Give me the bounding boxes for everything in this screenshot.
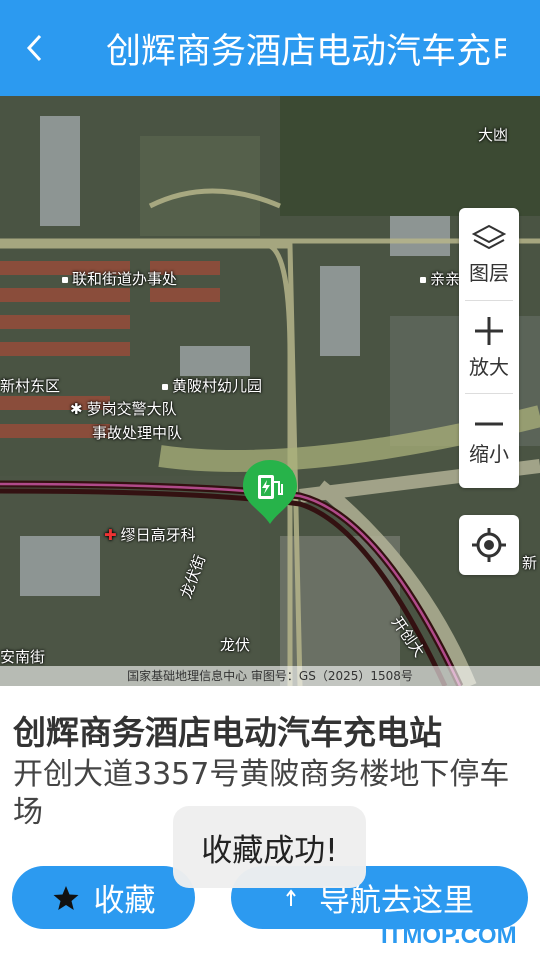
star-icon: [52, 884, 80, 912]
map-label: ✚ 缪日高牙科: [104, 526, 196, 544]
layers-label: 图层: [469, 260, 509, 285]
watermark: ITMOP.COM: [381, 922, 517, 949]
zoom-in-button[interactable]: 放大: [465, 301, 513, 394]
map-label: 新: [522, 554, 538, 572]
zoom-out-label: 缩小: [469, 442, 509, 466]
favorite-button[interactable]: 收藏: [12, 866, 195, 929]
minus-icon: [475, 422, 503, 426]
charging-pin-icon: [243, 460, 297, 524]
plus-icon: [475, 316, 503, 345]
map-label: 大凼: [478, 126, 509, 144]
back-button[interactable]: [0, 0, 70, 96]
map-label: 事故处理中队: [92, 424, 183, 442]
charging-station-marker[interactable]: [241, 458, 299, 526]
map-label: 黄陂村幼儿园: [162, 375, 262, 396]
page-title: 创辉商务酒店电动汽车充电站: [106, 31, 506, 72]
favorite-label: 收藏: [93, 883, 156, 919]
locate-button[interactable]: [459, 515, 519, 575]
layers-button[interactable]: 图层: [465, 208, 513, 301]
map-label: 安南街: [0, 648, 46, 666]
layers-icon: [472, 224, 506, 249]
toast-message: 收藏成功!: [173, 806, 366, 888]
zoom-in-label: 放大: [469, 354, 509, 379]
navigation-arrow-icon: [285, 886, 305, 910]
map-controls: 图层 放大 缩小: [459, 208, 519, 488]
map-label: 新村东区: [0, 377, 61, 395]
locate-icon: [472, 528, 506, 562]
chevron-left-icon: [26, 34, 42, 62]
map-label: 联和街道办事处: [62, 268, 177, 289]
map-copyright: 国家基础地理信息中心 审图号：GS（2025）1508号: [0, 666, 540, 686]
map-label: 亲亲: [420, 268, 460, 289]
station-name: 创辉商务酒店电动汽车充电站: [13, 713, 442, 752]
map-label: ✱ 萝岗交警大队: [70, 400, 177, 418]
zoom-out-button[interactable]: 缩小: [465, 394, 513, 487]
map-label: 龙伏: [220, 636, 251, 654]
top-bar: 创辉商务酒店电动汽车充电站: [0, 0, 540, 96]
